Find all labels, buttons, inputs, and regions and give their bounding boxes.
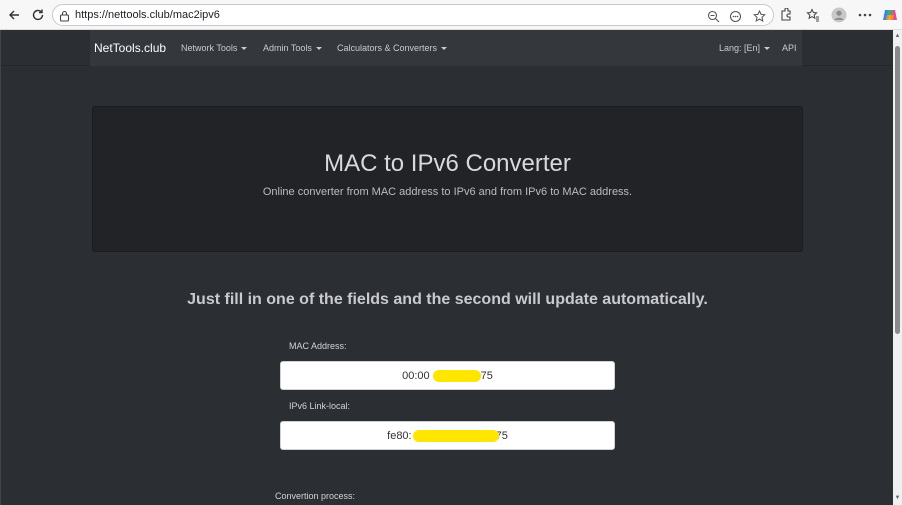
caret-down-icon — [764, 47, 771, 51]
scroll-up-icon[interactable]: ▲ — [894, 33, 901, 39]
favorite-icon[interactable] — [751, 8, 767, 24]
nav-network-tools[interactable]: Network Tools — [181, 43, 248, 53]
caret-down-icon — [241, 47, 248, 51]
scroll-down-icon[interactable]: ▼ — [894, 495, 901, 501]
navbar-container: NetTools.club Network Tools Admin Tools … — [90, 30, 802, 66]
caret-down-icon — [315, 47, 322, 51]
redaction-mark — [433, 370, 481, 382]
zoom-icon[interactable] — [705, 8, 721, 24]
page-title: MAC to IPv6 Converter — [324, 150, 571, 177]
copilot-icon[interactable] — [881, 6, 899, 24]
lock-icon[interactable] — [59, 9, 70, 27]
page-scrollbar[interactable]: ▲ ▼ — [893, 30, 902, 505]
nav-language[interactable]: Lang: [En] — [719, 43, 771, 53]
profile-icon[interactable] — [830, 6, 848, 24]
mac-address-label: MAC Address: — [289, 341, 347, 351]
more-icon[interactable] — [856, 6, 874, 24]
caret-down-icon — [441, 47, 448, 51]
instruction-text: Just fill in one of the fields and the s… — [187, 291, 708, 308]
nav-api[interactable]: API — [782, 43, 797, 53]
reload-icon[interactable] — [28, 5, 48, 25]
mac-address-input[interactable]: 00:00:75 — [280, 361, 615, 390]
web-page: NetTools.club Network Tools Admin Tools … — [0, 30, 893, 505]
conversion-process-label: Convertion process: — [275, 491, 356, 501]
hero-panel: MAC to IPv6 Converter Online converter f… — [92, 106, 803, 252]
ipv6-label: IPv6 Link-local: — [289, 401, 351, 411]
ipv6-input[interactable]: fe80: 75 — [280, 421, 615, 450]
back-icon[interactable] — [4, 5, 24, 25]
url-text: https://nettools.club/mac2ipv6 — [75, 9, 220, 21]
browser-toolbar: https://nettools.club/mac2ipv6 — [0, 0, 902, 30]
page-subtitle: Online converter from MAC address to IPv… — [262, 186, 633, 198]
scroll-thumb[interactable] — [895, 46, 900, 334]
extensions-icon[interactable] — [776, 6, 794, 24]
redaction-mark — [413, 430, 499, 442]
reader-icon[interactable] — [727, 8, 743, 24]
address-bar[interactable]: https://nettools.club/mac2ipv6 — [52, 4, 774, 26]
site-brand[interactable]: NetTools.club — [94, 41, 166, 55]
nav-admin-tools[interactable]: Admin Tools — [263, 43, 322, 53]
nav-calculators-converters[interactable]: Calculators & Converters — [337, 43, 448, 53]
favorites-icon[interactable] — [804, 6, 822, 24]
site-navbar: NetTools.club Network Tools Admin Tools … — [1, 30, 893, 66]
